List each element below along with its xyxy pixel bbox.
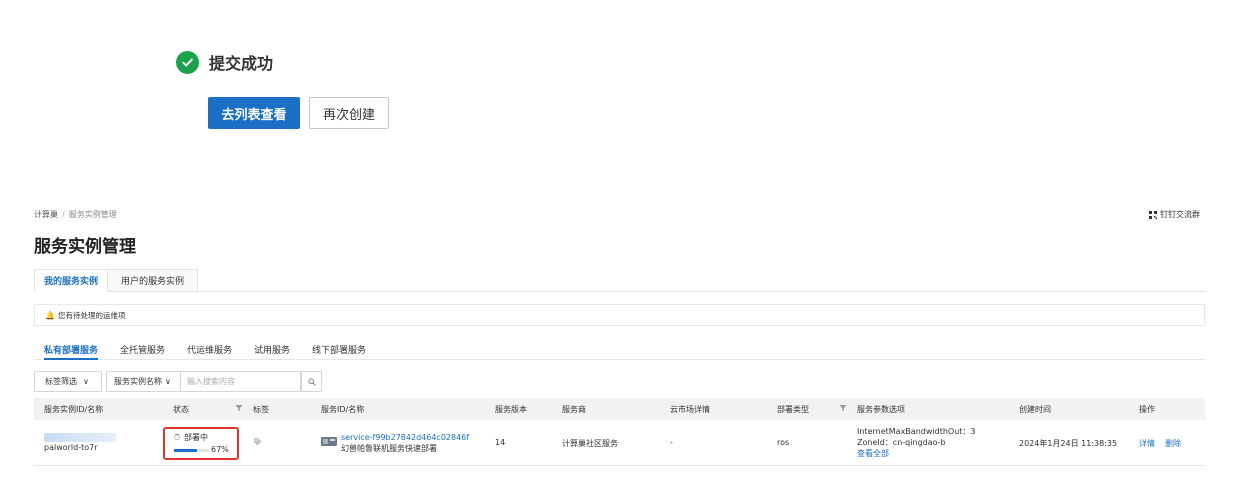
col-params: 服务参数选项 — [857, 405, 905, 414]
col-actions: 操作 — [1139, 405, 1155, 414]
instance-tabs: 我的服务实例 用户的服务实例 — [34, 269, 1205, 292]
col-deploy-type: 部署类型 — [777, 405, 809, 414]
subtab-private-deploy[interactable]: 私有部署服务 — [44, 343, 99, 360]
param-bandwidth: InternetMaxBandwidthOut：3 — [857, 427, 976, 436]
deploy-progress-bar — [174, 449, 209, 452]
search-button[interactable] — [301, 371, 322, 392]
param-zone: ZoneId：cn-qingdao-b — [857, 438, 946, 447]
filter-icon[interactable] — [235, 404, 243, 412]
tag-icon[interactable] — [253, 437, 262, 446]
tab-user-instances[interactable]: 用户的服务实例 — [108, 269, 198, 292]
version-value: 14 — [495, 438, 506, 447]
table-row: si-d3be745ecf004 palworld-to7r 部署中 67% s… — [34, 420, 1205, 466]
subtab-offline-deploy[interactable]: 线下部署服务 — [312, 343, 366, 356]
instance-cell: si-d3be745ecf004 palworld-to7r — [44, 433, 117, 452]
loading-spinner-icon — [174, 434, 180, 440]
service-cell: service-f99b27842d464c02846f 幻兽帕鲁联机服务快速部… — [321, 433, 469, 454]
search-input[interactable]: 输入搜索内容 — [181, 371, 301, 392]
tab-my-instances[interactable]: 我的服务实例 — [34, 269, 108, 292]
create-again-button[interactable]: 再次创建 — [309, 97, 389, 129]
created-time: 2024年1月24日 11:38:35 — [1019, 439, 1118, 448]
breadcrumb-item-current: 服务实例管理 — [68, 210, 117, 219]
col-tags: 标签 — [253, 405, 269, 414]
go-to-list-button[interactable]: 去列表查看 — [208, 97, 300, 129]
tag-filter-label: 标签筛选 — [45, 377, 77, 386]
col-service: 服务ID/名称 — [321, 405, 365, 414]
chevron-down-icon: ∨ — [83, 377, 89, 386]
col-status: 状态 — [173, 405, 189, 414]
delete-link[interactable]: 删除 — [1165, 438, 1181, 449]
dingtalk-group-label: 钉钉交流群 — [1160, 210, 1200, 219]
bell-icon: 🔔 — [45, 310, 55, 320]
status-highlight: 部署中 67% — [163, 427, 239, 460]
subtab-managed-ops[interactable]: 代运维服务 — [187, 343, 232, 356]
subtab-trial[interactable]: 试用服务 — [254, 343, 290, 356]
service-type-tabs: 私有部署服务 全托管服务 代运维服务 试用服务 线下部署服务 — [34, 339, 1205, 360]
service-name: 幻兽帕鲁联机服务快速部署 — [341, 444, 437, 453]
dingtalk-group-link[interactable]: 钉钉交流群 — [1149, 209, 1200, 220]
tag-filter-dropdown[interactable]: 标签筛选 ∨ — [34, 371, 102, 392]
provider-value: 计算巢社区服务 — [562, 439, 618, 448]
col-version: 服务版本 — [495, 405, 527, 414]
search-icon — [307, 377, 316, 386]
status-text: 部署中 — [184, 433, 208, 442]
breadcrumb: 计算巢 / 服务实例管理 — [34, 209, 117, 220]
success-banner: 提交成功 — [176, 50, 273, 74]
breadcrumb-separator: / — [62, 210, 65, 219]
market-value: - — [670, 438, 673, 447]
chevron-down-icon: ∨ — [165, 377, 171, 386]
col-market: 云市场详情 — [670, 405, 710, 414]
qrcode-icon — [1149, 210, 1157, 219]
instance-id-link[interactable]: si-d3be745ecf004 — [44, 433, 117, 442]
col-instance: 服务实例ID/名称 — [44, 405, 104, 414]
progress-percent: 67% — [211, 445, 229, 454]
params-cell: InternetMaxBandwidthOut：3 ZoneId：cn-qing… — [857, 426, 976, 459]
pending-ops-text: 您有待处理的运维项 — [57, 310, 126, 320]
breadcrumb-item-root[interactable]: 计算巢 — [34, 209, 58, 220]
success-check-icon — [176, 50, 199, 74]
search-field-label: 服务实例名称 — [114, 377, 162, 386]
page-title: 服务实例管理 — [34, 237, 136, 257]
search-field-select[interactable]: 服务实例名称 ∨ — [106, 371, 181, 392]
service-logo-icon — [321, 437, 337, 446]
pending-ops-notice[interactable]: 🔔 您有待处理的运维项 — [34, 304, 1205, 326]
view-all-params-link[interactable]: 查看全部 — [857, 448, 976, 459]
success-title: 提交成功 — [209, 54, 274, 73]
service-id-link[interactable]: service-f99b27842d464c02846f — [341, 433, 469, 442]
table-header: 服务实例ID/名称 状态 标签 服务ID/名称 服务版本 服务商 云市场详情 部… — [34, 398, 1205, 420]
col-provider: 服务商 — [562, 405, 586, 414]
instance-name: palworld-to7r — [44, 443, 98, 452]
subtab-fully-managed[interactable]: 全托管服务 — [120, 343, 165, 356]
filter-icon[interactable] — [839, 404, 847, 412]
deploy-type-value: ros — [777, 438, 790, 447]
col-created: 创建时间 — [1019, 405, 1051, 414]
detail-link[interactable]: 详情 — [1139, 438, 1155, 449]
